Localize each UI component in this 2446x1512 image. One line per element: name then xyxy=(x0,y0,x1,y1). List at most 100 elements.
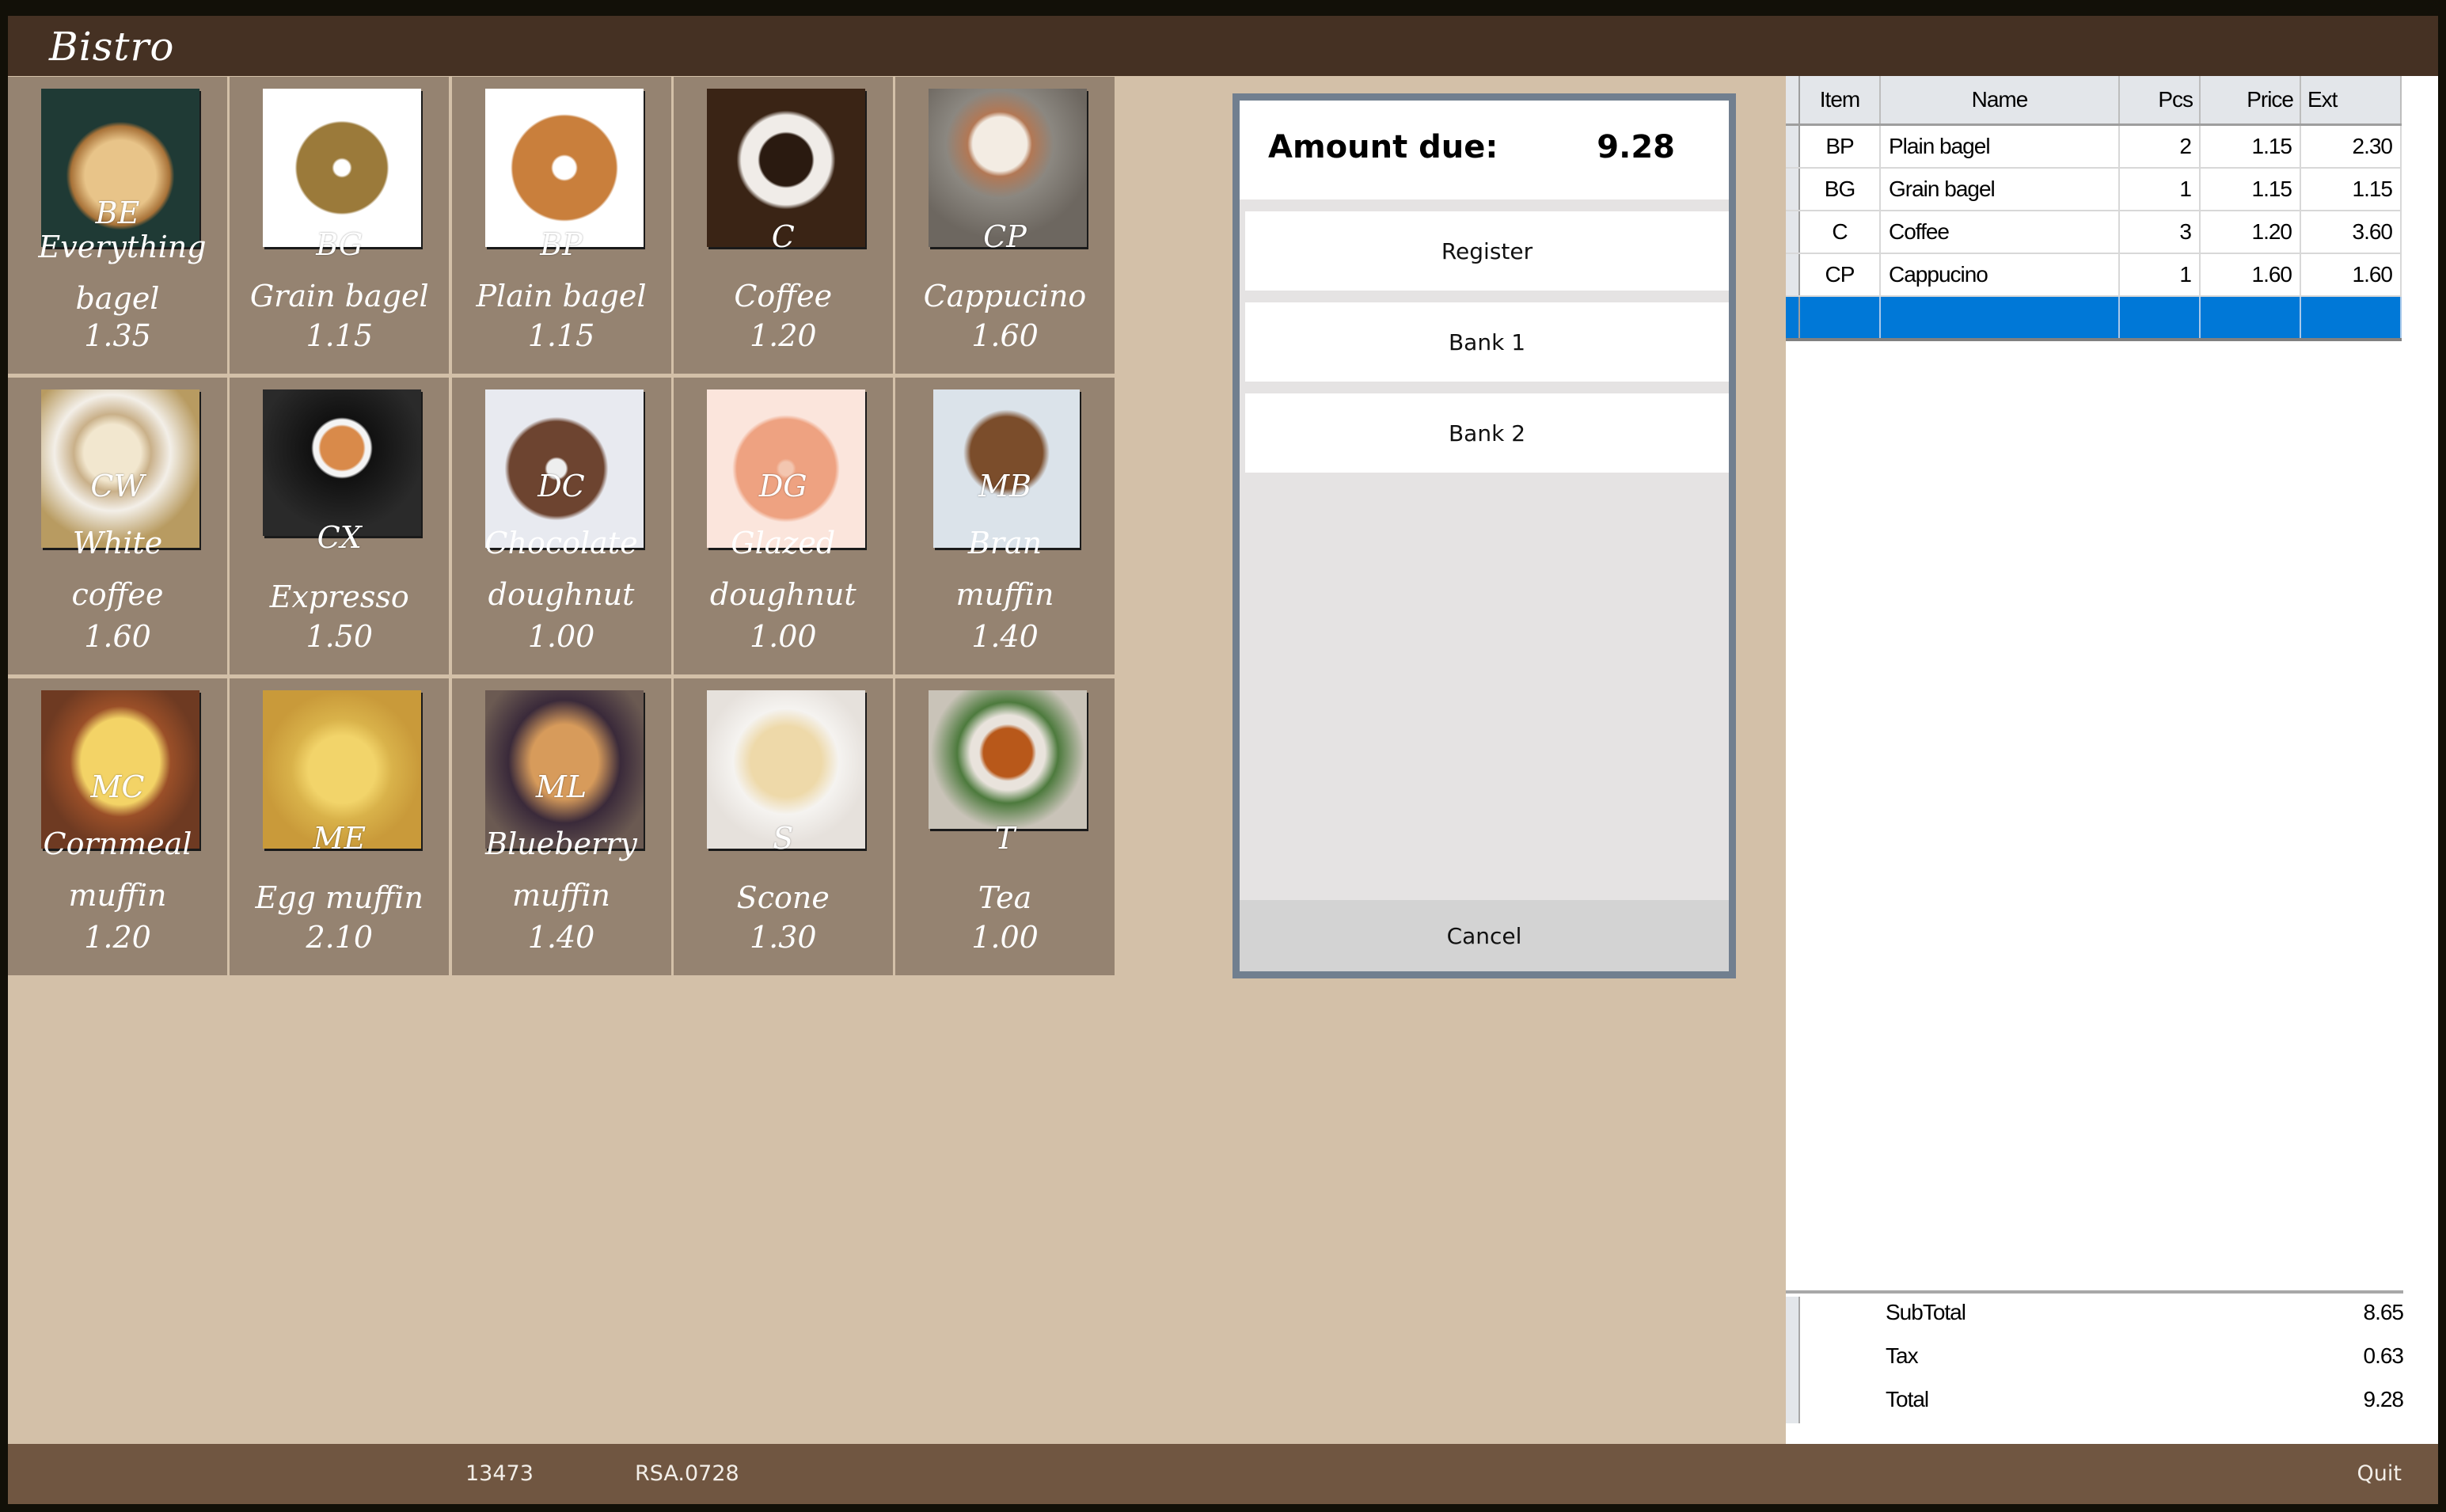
menu-tile-everything-bagel[interactable]: BE Everything bagel 1.35 xyxy=(8,77,227,374)
tile-price: 1.15 xyxy=(527,318,595,353)
menu-tile-tea[interactable]: T Tea 1.00 xyxy=(895,678,1115,975)
cell-name[interactable]: Grain bagel xyxy=(1880,168,2120,211)
menu-tile-bran-muffin[interactable]: MB Bran muffin 1.40 xyxy=(895,378,1115,674)
menu-tile-coffee[interactable]: C Coffee 1.20 xyxy=(673,77,893,374)
cell-ext[interactable]: 3.60 xyxy=(2300,211,2402,254)
cell-pcs[interactable]: 3 xyxy=(2119,211,2201,254)
tile-name: Coffee xyxy=(734,279,833,313)
tax-label: Tax xyxy=(1886,1343,1919,1368)
menu-tile-scone[interactable]: S Scone 1.30 xyxy=(673,678,893,975)
row-header[interactable] xyxy=(1786,211,1800,254)
cell-item[interactable] xyxy=(1799,296,1881,341)
tea-image xyxy=(929,690,1087,829)
menu-tile-cappucino[interactable]: CP Cappucino 1.60 xyxy=(895,77,1115,374)
table-row[interactable]: BP Plain bagel 2 1.15 2.30 xyxy=(1786,124,2402,169)
cell-item[interactable]: BG xyxy=(1799,168,1881,211)
tile-code: BP xyxy=(540,227,583,262)
menu-tile-white-coffee[interactable]: CW White coffee 1.60 xyxy=(8,378,227,674)
tax-row: Tax 0.63 xyxy=(1786,1337,2404,1378)
cell-price[interactable]: 1.15 xyxy=(2200,168,2301,211)
tile-code: MB xyxy=(978,469,1031,503)
title-bar: Bistro xyxy=(8,16,2438,76)
tile-name: Expresso xyxy=(269,579,409,614)
menu-tile-chocolate-doughnut[interactable]: DC Chocolate doughnut 1.00 xyxy=(451,378,671,674)
cell-pcs[interactable]: 2 xyxy=(2119,124,2201,169)
cancel-button[interactable]: Cancel xyxy=(1240,900,1729,971)
row-header[interactable] xyxy=(1786,296,1800,341)
cell-ext[interactable]: 1.60 xyxy=(2300,253,2402,297)
tile-name: Cornmeal muffin xyxy=(43,826,192,913)
menu-tile-plain-bagel[interactable]: BP Plain bagel 1.15 xyxy=(451,77,671,374)
main-area: BE Everything bagel 1.35 BG Grain bagel … xyxy=(8,76,1786,1444)
cell-pcs[interactable] xyxy=(2119,296,2201,341)
tile-code: CP xyxy=(983,219,1027,254)
tile-price: 1.15 xyxy=(306,318,374,353)
row-header[interactable] xyxy=(1786,168,1800,211)
cell-item[interactable]: C xyxy=(1799,211,1881,254)
tile-price: 1.00 xyxy=(749,619,817,654)
cell-price[interactable]: 1.15 xyxy=(2200,124,2301,169)
cell-pcs[interactable]: 1 xyxy=(2119,168,2201,211)
tile-name: Chocolate doughnut xyxy=(484,526,638,612)
column-header-name[interactable]: Name xyxy=(1880,76,2120,126)
tile-code: C xyxy=(771,219,795,254)
order-table: Item Name Pcs Price Ext BP Plain bagel 2… xyxy=(1786,76,2402,341)
menu-tile-blueberry-muffin[interactable]: ML Blueberry muffin 1.40 xyxy=(451,678,671,975)
tile-name: Blueberry muffin xyxy=(485,826,637,913)
cell-price[interactable]: 1.20 xyxy=(2200,211,2301,254)
menu-tile-expresso[interactable]: CX Expresso 1.50 xyxy=(230,378,450,674)
bank-1-button[interactable]: Bank 1 xyxy=(1245,302,1729,382)
cell-ext[interactable]: 1.15 xyxy=(2300,168,2402,211)
column-header-pcs[interactable]: Pcs xyxy=(2119,76,2201,126)
register-button[interactable]: Register xyxy=(1245,211,1729,291)
row-header[interactable] xyxy=(1786,124,1800,169)
column-header-ext[interactable]: Ext xyxy=(2300,76,2402,126)
cell-price[interactable]: 1.60 xyxy=(2200,253,2301,297)
expresso-image xyxy=(263,389,422,536)
cell-pcs[interactable]: 1 xyxy=(2119,253,2201,297)
menu-tile-glazed-doughnut[interactable]: DG Glazed doughnut 1.00 xyxy=(673,378,893,674)
cell-ext[interactable]: 2.30 xyxy=(2300,124,2402,169)
total-label: Total xyxy=(1886,1387,1929,1411)
tile-name: Bran muffin xyxy=(955,526,1054,612)
order-panel: Item Name Pcs Price Ext BP Plain bagel 2… xyxy=(1786,76,2438,1444)
tile-name: White coffee xyxy=(71,526,164,612)
menu-tile-cornmeal-muffin[interactable]: MC Cornmeal muffin 1.20 xyxy=(8,678,227,975)
column-header-item[interactable]: Item xyxy=(1799,76,1881,126)
bank-2-button[interactable]: Bank 2 xyxy=(1245,393,1729,473)
table-row[interactable]: CP Cappucino 1 1.60 1.60 xyxy=(1786,253,2402,297)
table-row[interactable]: BG Grain bagel 1 1.15 1.15 xyxy=(1786,168,2402,211)
subtotal-label: SubTotal xyxy=(1886,1300,1966,1324)
selected-empty-row[interactable] xyxy=(1786,296,2402,341)
tile-price: 1.20 xyxy=(749,318,817,353)
cell-name[interactable]: Coffee xyxy=(1880,211,2120,254)
tile-code: ML xyxy=(535,769,587,804)
tile-price: 1.60 xyxy=(84,619,151,654)
quit-button[interactable]: Quit xyxy=(2357,1461,2402,1486)
tile-code: BG xyxy=(316,227,363,262)
tile-price: 2.10 xyxy=(306,920,374,955)
table-row[interactable]: C Coffee 3 1.20 3.60 xyxy=(1786,211,2402,254)
cell-item[interactable]: CP xyxy=(1799,253,1881,297)
subtotal-row: SubTotal 8.65 xyxy=(1786,1294,2404,1335)
menu-tile-grain-bagel[interactable]: BG Grain bagel 1.15 xyxy=(230,77,450,374)
tile-name: Scone xyxy=(736,880,830,915)
tax-value: 0.63 xyxy=(2363,1343,2404,1368)
menu-grid: BE Everything bagel 1.35 BG Grain bagel … xyxy=(8,77,1115,976)
payment-dialog: Amount due: 9.28 Register Bank 1 Bank 2 … xyxy=(1232,93,1736,978)
cell-price[interactable] xyxy=(2200,296,2301,341)
amount-due-label: Amount due: xyxy=(1268,129,1498,165)
cell-name[interactable]: Cappucino xyxy=(1880,253,2120,297)
cell-item[interactable]: BP xyxy=(1799,124,1881,169)
tile-price: 1.30 xyxy=(749,920,817,955)
column-header-price[interactable]: Price xyxy=(2200,76,2301,126)
tile-code: MC xyxy=(90,769,145,804)
table-header-row: Item Name Pcs Price Ext xyxy=(1786,76,2402,126)
transaction-id: 13473 xyxy=(465,1461,534,1486)
menu-tile-egg-muffin[interactable]: ME Egg muffin 2.10 xyxy=(230,678,450,975)
cell-ext[interactable] xyxy=(2300,296,2402,341)
row-header[interactable] xyxy=(1786,253,1800,297)
tile-code: S xyxy=(773,821,794,856)
cell-name[interactable]: Plain bagel xyxy=(1880,124,2120,169)
cell-name[interactable] xyxy=(1880,296,2120,341)
